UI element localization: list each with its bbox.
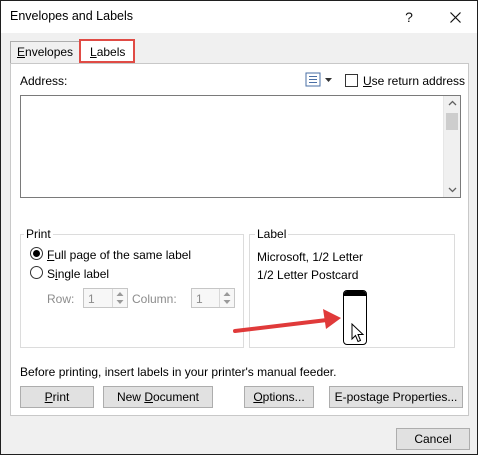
print-group: Print Full page of the same label Single…	[20, 227, 244, 348]
spin-up-icon[interactable]	[116, 291, 124, 297]
options-button-label: Options...	[253, 390, 305, 404]
label-preview-band	[344, 291, 366, 296]
envelopes-labels-dialog: Envelopes and Labels ? Envelopes Labels …	[0, 0, 478, 455]
label-group[interactable]: Label Microsoft, 1/2 Letter 1/2 Letter P…	[249, 227, 455, 348]
help-button[interactable]: ?	[389, 1, 429, 33]
column-stepper-buttons[interactable]	[219, 289, 234, 307]
cancel-button-label: Cancel	[414, 432, 452, 446]
use-return-address-checkbox[interactable]	[345, 74, 358, 87]
row-stepper[interactable]: 1	[83, 288, 128, 308]
cancel-button[interactable]: Cancel	[396, 428, 470, 450]
column-value: 1	[196, 292, 203, 306]
scroll-thumb[interactable]	[446, 113, 458, 130]
close-button[interactable]	[435, 1, 475, 33]
spin-down-icon[interactable]	[116, 299, 124, 305]
label-product: 1/2 Letter Postcard	[257, 268, 359, 282]
single-label-radio[interactable]	[30, 266, 43, 279]
tab-envelopes[interactable]: Envelopes	[10, 41, 80, 63]
tab-envelopes-label: Envelopes	[17, 45, 74, 59]
row-value: 1	[88, 292, 95, 306]
label-vendor: Microsoft, 1/2 Letter	[257, 250, 364, 264]
tab-labels[interactable]: Labels	[79, 39, 135, 63]
print-group-title: Print	[24, 227, 53, 241]
printer-instruction: Before printing, insert labels in your p…	[20, 365, 337, 379]
address-scrollbar[interactable]	[443, 96, 460, 197]
help-icon: ?	[405, 9, 413, 25]
mouse-cursor-icon	[351, 323, 365, 343]
title-bar: Envelopes and Labels ?	[1, 1, 477, 33]
new-document-button[interactable]: New Document	[103, 386, 213, 408]
use-return-address-label: Use return address	[363, 74, 466, 88]
close-icon	[449, 11, 461, 23]
column-label: Column:	[132, 292, 177, 306]
single-label-label: Single label	[47, 267, 110, 281]
scroll-down-icon[interactable]	[448, 185, 457, 194]
column-stepper[interactable]: 1	[191, 288, 235, 308]
window-title: Envelopes and Labels	[10, 9, 134, 23]
tab-labels-label: Labels	[90, 45, 126, 59]
full-page-radio[interactable]	[30, 247, 43, 260]
labels-panel: Address: Use return address Print Full p…	[10, 63, 469, 416]
label-group-title: Label	[255, 227, 289, 241]
row-label: Row:	[47, 292, 75, 306]
print-button-label: Print	[44, 390, 70, 404]
epostage-button-label: E-postage Properties...	[334, 390, 458, 404]
address-label: Address:	[20, 74, 68, 88]
new-document-button-label: New Document	[116, 390, 200, 404]
row-stepper-buttons[interactable]	[112, 289, 127, 307]
print-button[interactable]: Print	[20, 386, 94, 408]
address-textarea[interactable]	[20, 95, 461, 198]
spin-down-icon[interactable]	[223, 299, 231, 305]
scroll-up-icon[interactable]	[448, 99, 457, 108]
full-page-label: Full page of the same label	[47, 248, 192, 262]
spin-up-icon[interactable]	[223, 291, 231, 297]
options-button[interactable]: Options...	[244, 386, 314, 408]
epostage-properties-button[interactable]: E-postage Properties...	[329, 386, 463, 408]
address-book-icon[interactable]	[305, 72, 335, 88]
